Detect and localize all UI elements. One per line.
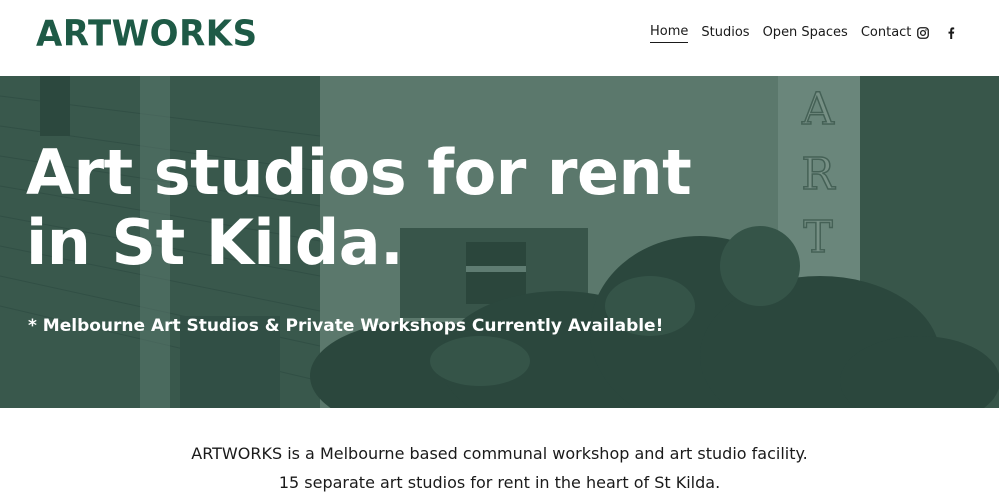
social-links: [915, 25, 959, 41]
instagram-icon[interactable]: [915, 25, 931, 41]
hero-subtitle: * Melbourne Art Studios & Private Worksh…: [28, 316, 664, 336]
intro-line-1: ARTWORKS is a Melbourne based communal w…: [191, 444, 808, 463]
hero-banner: A R T Art studios for rent in St Kilda. …: [0, 76, 999, 408]
intro-line-2: 15 separate art studios for rent in the …: [278, 473, 721, 492]
hero-title: Art studios for rent in St Kilda.: [26, 138, 746, 278]
hero-title-line1: Art studios for rent: [26, 136, 692, 209]
site-logo[interactable]: ARTWORKS: [36, 13, 258, 55]
nav-open-spaces[interactable]: Open Spaces: [763, 25, 848, 43]
nav-home[interactable]: Home: [650, 24, 689, 43]
facebook-icon[interactable]: [943, 25, 959, 41]
site-header: ARTWORKS Home Studios Open Spaces Contac…: [0, 0, 999, 76]
nav-studios[interactable]: Studios: [701, 25, 749, 43]
hero-title-line2: in St Kilda.: [26, 206, 404, 279]
main-nav: Home Studios Open Spaces Contact: [650, 24, 911, 43]
nav-contact[interactable]: Contact: [861, 25, 912, 43]
intro-section: ARTWORKS is a Melbourne based communal w…: [0, 408, 999, 500]
